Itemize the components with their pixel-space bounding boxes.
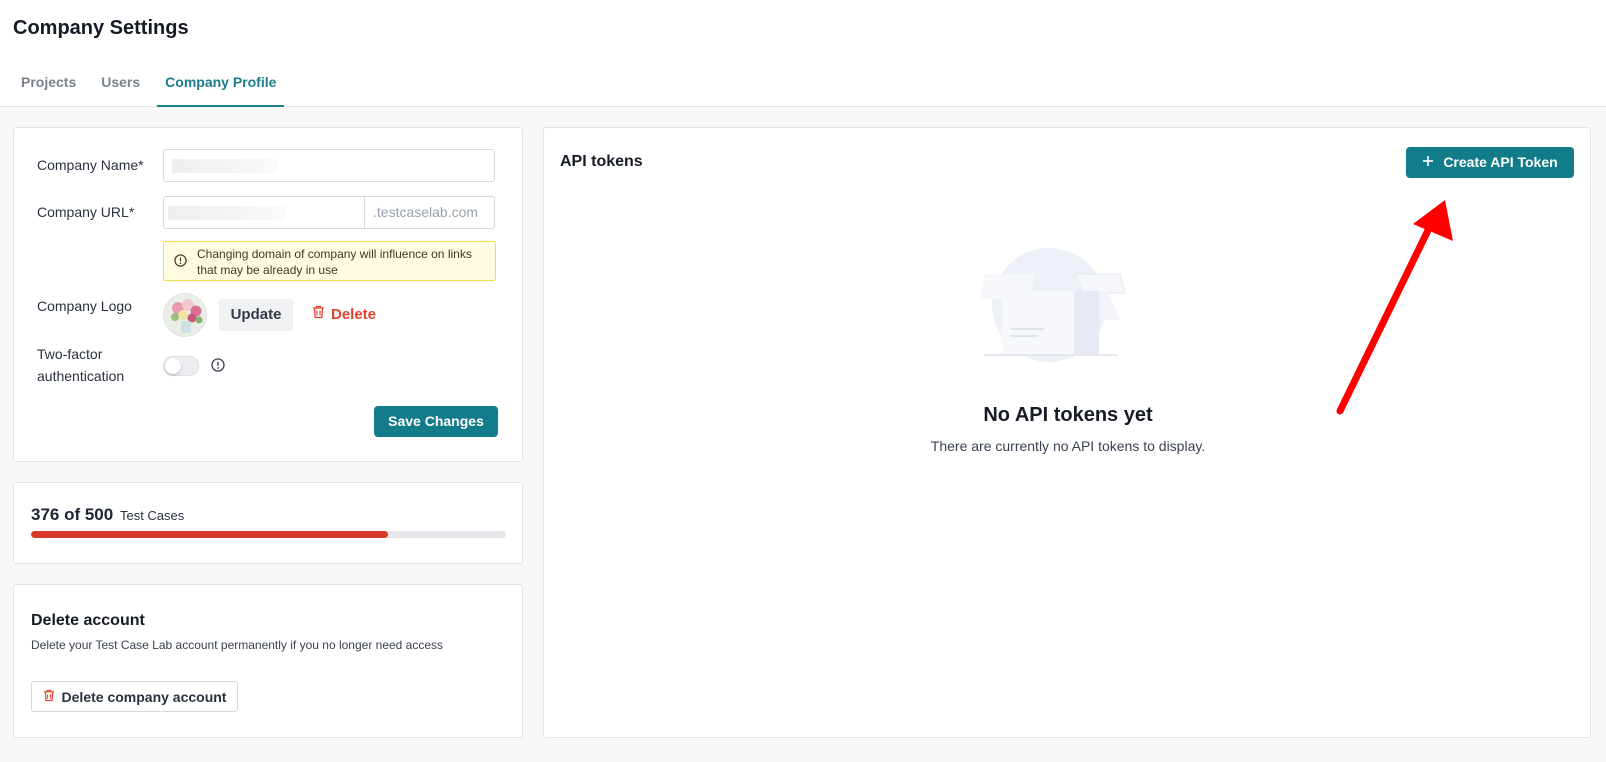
company-logo-image [163, 293, 207, 337]
delete-logo-label: Delete [331, 306, 377, 323]
usage-progress-fill [31, 531, 389, 538]
company-url-label: Company URL* [37, 204, 135, 220]
delete-account-title: Delete account [31, 612, 145, 629]
company-name-label: Company Name* [37, 157, 144, 173]
alert-circle-icon [174, 254, 187, 271]
url-suffix: .testcaselab.com [364, 197, 494, 228]
create-api-token-label: Create API Token [1443, 154, 1558, 170]
usage-progress-bar [31, 531, 506, 538]
company-url-input[interactable]: .testcaselab.com [163, 196, 495, 229]
delete-logo-button[interactable]: Delete [312, 299, 376, 331]
create-api-token-button[interactable]: Create API Token [1406, 147, 1574, 178]
trash-icon [43, 689, 55, 705]
tab-users[interactable]: Users [93, 62, 148, 107]
tab-company-profile[interactable]: Company Profile [157, 62, 285, 107]
update-logo-button[interactable]: Update [219, 299, 293, 331]
delete-company-account-label: Delete company account [61, 688, 227, 705]
company-logo-label: Company Logo [37, 298, 132, 314]
info-circle-icon[interactable] [211, 358, 225, 377]
page-header: Company Settings Projects Users Company … [0, 0, 1606, 107]
api-tokens-title: API tokens [560, 153, 643, 170]
annotation-arrow [1335, 198, 1465, 421]
redacted-value [172, 159, 278, 173]
redacted-value [168, 206, 286, 220]
usage-summary: 376 of 500 Test Cases [31, 505, 184, 525]
page-title: Company Settings [13, 17, 189, 39]
delete-company-account-button[interactable]: Delete company account [31, 681, 238, 712]
usage-card: 376 of 500 Test Cases [13, 482, 523, 564]
usage-count: 376 of 500 [31, 505, 114, 524]
company-name-input[interactable] [163, 149, 495, 182]
two-factor-label: Two-factor authentication [37, 346, 125, 384]
domain-warning-text: Changing domain of company will influenc… [197, 247, 472, 277]
trash-icon [312, 299, 325, 331]
tab-projects[interactable]: Projects [13, 62, 84, 107]
save-changes-button[interactable]: Save Changes [374, 406, 498, 437]
delete-account-description: Delete your Test Case Lab account perman… [31, 638, 444, 652]
plus-icon [1422, 147, 1434, 178]
tab-bar: Projects Users Company Profile [13, 62, 293, 107]
domain-warning: Changing domain of company will influenc… [163, 241, 496, 281]
usage-unit: Test Cases [119, 508, 185, 523]
delete-account-card: Delete account Delete your Test Case Lab… [13, 584, 523, 738]
empty-state-description: There are currently no API tokens to dis… [930, 438, 1206, 454]
empty-box-illustration [980, 247, 1130, 382]
two-factor-toggle[interactable] [163, 356, 199, 376]
company-profile-card: Company Name* Company URL* .testcaselab.… [13, 127, 523, 462]
toggle-knob [165, 358, 181, 374]
